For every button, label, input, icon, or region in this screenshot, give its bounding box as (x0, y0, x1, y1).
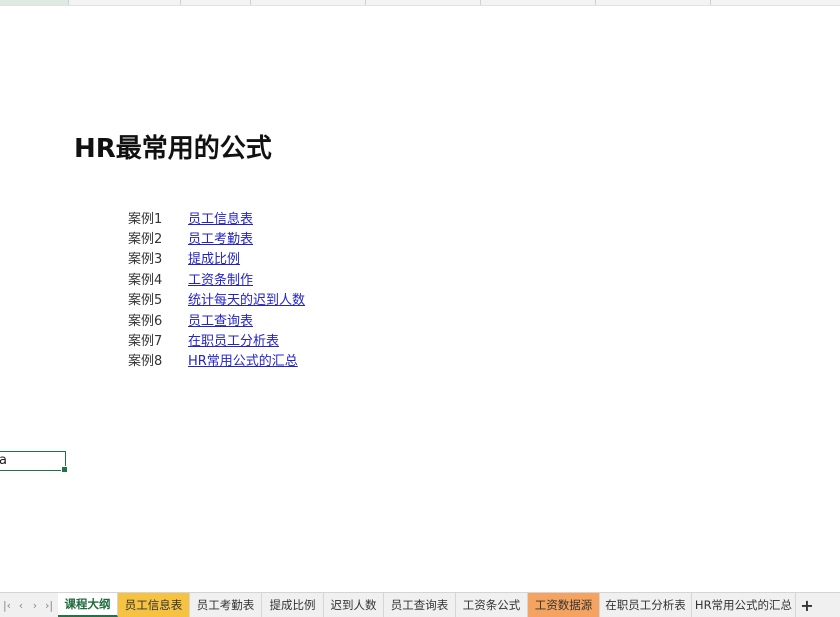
case-label: 案例7 (128, 334, 163, 350)
case-row: 案例4 工资条制作 (128, 268, 305, 288)
page-title: HR最常用的公式 (74, 134, 272, 164)
tab-attendance[interactable]: 员工考勤表 (190, 593, 262, 617)
case-label: 案例6 (128, 313, 163, 329)
case-row: 案例1 员工信息表 (128, 207, 305, 227)
case-link-employee-query[interactable]: 员工查询表 (188, 310, 253, 329)
case-link-commission[interactable]: 提成比例 (188, 248, 240, 267)
tab-employee-info[interactable]: 员工信息表 (118, 593, 190, 617)
sheet-tab-bar: |‹ ‹ › ›| 课程大纲 员工信息表 员工考勤表 提成比例 迟到人数 员工查… (0, 592, 840, 617)
case-link-attendance[interactable]: 员工考勤表 (188, 228, 253, 247)
tab-commission[interactable]: 提成比例 (262, 593, 324, 617)
tab-staff-analysis[interactable]: 在职员工分析表 (600, 593, 692, 617)
scroll-next-sheet-icon[interactable]: › (28, 599, 42, 612)
sheet-nav: |‹ ‹ › ›| (0, 593, 58, 617)
case-row: 案例5 统计每天的迟到人数 (128, 289, 305, 309)
selected-column-header[interactable] (0, 0, 68, 5)
tab-hr-formula-summary[interactable]: HR常用公式的汇总 (692, 593, 796, 617)
scroll-prev-sheet-icon[interactable]: ‹ (14, 599, 28, 612)
case-label: 案例4 (128, 272, 163, 288)
tab-payslip-formula[interactable]: 工资条公式 (456, 593, 528, 617)
active-cell-value: a (0, 453, 7, 468)
case-link-staff-analysis[interactable]: 在职员工分析表 (188, 330, 279, 349)
tab-course-outline[interactable]: 课程大纲 (58, 593, 118, 617)
case-label: 案例1 (128, 211, 163, 227)
fill-handle[interactable] (61, 466, 68, 473)
case-link-late-count[interactable]: 统计每天的迟到人数 (188, 289, 305, 308)
tab-employee-query[interactable]: 员工查询表 (384, 593, 456, 617)
scroll-last-sheet-icon[interactable]: ›| (42, 599, 56, 612)
column-header-strip (0, 0, 840, 6)
case-link-employee-info[interactable]: 员工信息表 (188, 208, 253, 227)
case-link-hr-formula-summary[interactable]: HR常用公式的汇总 (188, 350, 298, 369)
case-label: 案例3 (128, 252, 163, 268)
case-row: 案例8 HR常用公式的汇总 (128, 350, 305, 370)
tab-late-count[interactable]: 迟到人数 (324, 593, 384, 617)
case-label: 案例2 (128, 232, 163, 248)
case-row: 案例2 员工考勤表 (128, 227, 305, 247)
case-label: 案例8 (128, 354, 163, 370)
add-sheet-button[interactable]: + (796, 593, 818, 617)
scroll-first-sheet-icon[interactable]: |‹ (0, 599, 14, 612)
case-label: 案例5 (128, 293, 163, 309)
case-row: 案例6 员工查询表 (128, 309, 305, 329)
case-link-payslip[interactable]: 工资条制作 (188, 269, 253, 288)
case-row: 案例3 提成比例 (128, 248, 305, 268)
case-row: 案例7 在职员工分析表 (128, 329, 305, 349)
case-list: 案例1 员工信息表 案例2 员工考勤表 案例3 提成比例 案例4 工资条制作 案… (128, 207, 305, 370)
active-cell[interactable]: a (0, 451, 68, 473)
tab-payroll-source[interactable]: 工资数据源 (528, 593, 600, 617)
